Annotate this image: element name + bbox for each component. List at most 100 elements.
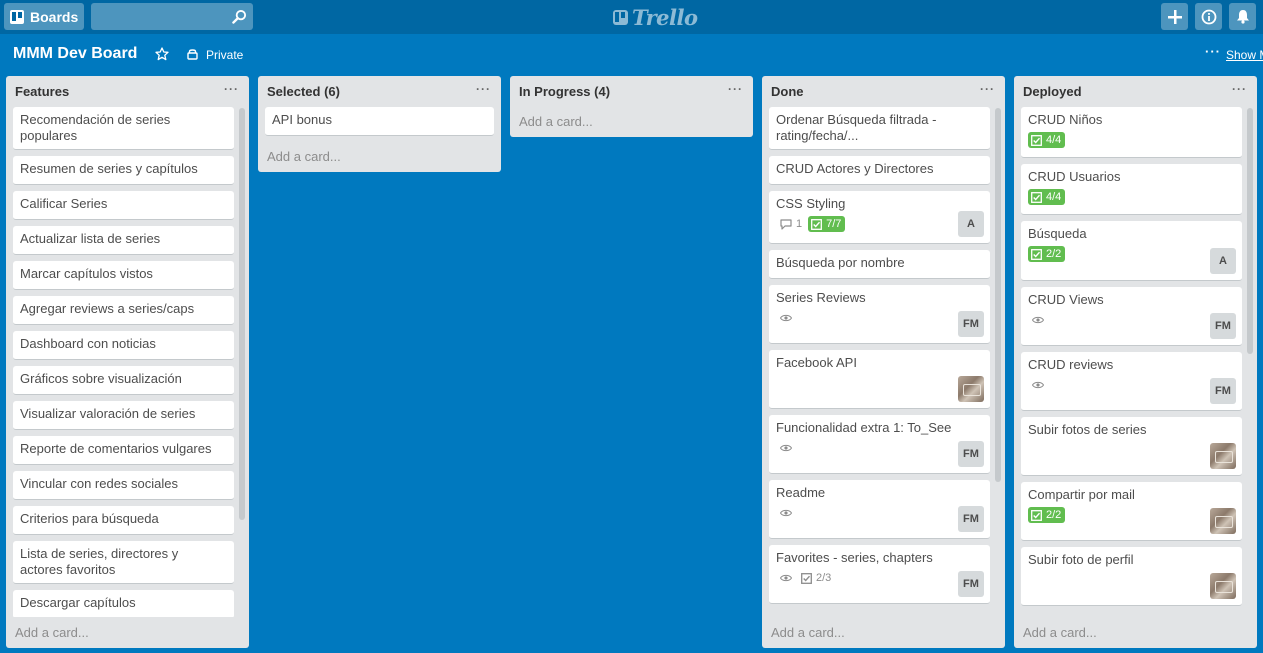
member-avatar[interactable]: FM [958, 311, 984, 337]
member-avatar-photo[interactable] [1210, 443, 1236, 469]
card[interactable]: Compartir por mail 2/2 [1021, 482, 1242, 541]
card[interactable]: CRUD reviews FM [1021, 352, 1242, 411]
search-box[interactable] [91, 3, 253, 30]
card-badges: 2/2 [1028, 246, 1234, 262]
card-title: CRUD Views [1028, 292, 1104, 307]
checklist-badge: 2/2 [1028, 246, 1066, 262]
card[interactable]: Búsqueda 2/2 A [1021, 221, 1242, 281]
card[interactable]: Recomendación de series populares [13, 107, 234, 150]
list-menu-icon[interactable]: ··· [476, 82, 491, 96]
boards-icon [10, 9, 24, 24]
member-avatar[interactable]: FM [958, 441, 984, 467]
list-menu-icon[interactable]: ··· [224, 82, 239, 96]
card[interactable]: Agregar reviews a series/caps [13, 296, 234, 325]
add-card-link[interactable]: Add a card... [519, 114, 593, 129]
card[interactable]: Descargar capítulos [13, 590, 234, 617]
board-title[interactable]: MMM Dev Board [13, 45, 137, 63]
list-menu-icon[interactable]: ··· [1232, 82, 1247, 96]
card-badges: 4/4 [1028, 189, 1234, 205]
show-menu-link[interactable]: Show Menu [1226, 48, 1263, 62]
privacy-button[interactable]: Private [206, 48, 243, 62]
add-card-link[interactable]: Add a card... [1023, 625, 1097, 640]
member-avatar-photo[interactable] [958, 376, 984, 402]
card[interactable]: Favorites - series, chapters 2/3 FM [769, 545, 990, 604]
more-icon[interactable]: ··· [1205, 44, 1221, 59]
card-title: CRUD Usuarios [1028, 169, 1121, 184]
card[interactable]: CRUD Views FM [1021, 287, 1242, 346]
card[interactable]: Readme FM [769, 480, 990, 539]
card[interactable]: Marcar capítulos vistos [13, 261, 234, 290]
add-card-link[interactable]: Add a card... [771, 625, 845, 640]
card[interactable]: Resumen de series y capítulos [13, 156, 234, 185]
card[interactable]: Actualizar lista de series [13, 226, 234, 255]
card[interactable]: Criterios para búsqueda [13, 506, 234, 535]
card[interactable]: Búsqueda por nombre [769, 250, 990, 279]
checklist-count: 2/2 [1046, 509, 1062, 521]
list-title[interactable]: In Progress (4) [519, 84, 610, 99]
card[interactable]: API bonus [265, 107, 494, 136]
card[interactable]: CRUD Actores y Directores [769, 156, 990, 185]
card[interactable]: Visualizar valoración de series [13, 401, 234, 430]
card-title: Recomendación de series populares [20, 112, 171, 143]
info-button[interactable] [1195, 3, 1222, 30]
trello-logo[interactable]: Trello [613, 5, 698, 30]
card[interactable]: Ordenar Búsqueda filtrada - rating/fecha… [769, 107, 990, 150]
member-avatar[interactable]: A [958, 211, 984, 237]
card[interactable]: Subir foto de perfil [1021, 547, 1242, 606]
member-avatar[interactable]: FM [1210, 378, 1236, 404]
checklist-badge: 4/4 [1028, 189, 1066, 205]
member-avatar[interactable]: FM [958, 506, 984, 532]
card[interactable]: Reporte de comentarios vulgares [13, 436, 234, 465]
boards-label: Boards [30, 8, 79, 25]
card-title: Lista de series, directores y actores fa… [20, 546, 179, 577]
card-badges: 2/2 [1028, 507, 1234, 523]
member-avatar-photo[interactable] [1210, 508, 1236, 534]
card-badges: 4/4 [1028, 132, 1234, 148]
list-title[interactable]: Done [771, 84, 804, 99]
notifications-button[interactable] [1229, 3, 1256, 30]
card[interactable]: Dashboard con noticias [13, 331, 234, 360]
checklist-count: 4/4 [1046, 134, 1062, 146]
card-container: CRUD Niños 4/4 CRUD Usuarios 4/4 Búsqued… [1021, 107, 1242, 617]
list-menu-icon[interactable]: ··· [980, 82, 995, 96]
card[interactable]: Vincular con redes sociales [13, 471, 234, 500]
member-avatar[interactable]: FM [1210, 313, 1236, 339]
card-title: Subir fotos de series [1028, 422, 1147, 437]
add-button[interactable] [1161, 3, 1188, 30]
star-icon[interactable] [155, 47, 169, 61]
bell-icon [1236, 10, 1249, 24]
checklist-count: 2/3 [816, 572, 832, 584]
list-title[interactable]: Features [15, 84, 69, 99]
card[interactable]: Funcionalidad extra 1: To_See FM [769, 415, 990, 474]
card[interactable]: CSS Styling 1 7/7 A [769, 191, 990, 244]
card-title: Búsqueda [1028, 226, 1087, 241]
card-badges [1028, 377, 1234, 393]
list-title[interactable]: Deployed [1023, 84, 1082, 99]
card-title: Marcar capítulos vistos [20, 266, 153, 281]
member-avatar[interactable]: FM [958, 571, 984, 597]
card[interactable]: CRUD Usuarios 4/4 [1021, 164, 1242, 215]
search-icon[interactable] [232, 9, 247, 24]
boards-button[interactable]: Boards [4, 3, 84, 30]
card[interactable]: Calificar Series [13, 191, 234, 220]
card-title: Ordenar Búsqueda filtrada - rating/fecha… [776, 112, 937, 143]
member-avatar-photo[interactable] [1210, 573, 1236, 599]
checklist-count: 2/2 [1046, 248, 1062, 260]
checklist-count: 4/4 [1046, 191, 1062, 203]
add-card-link[interactable]: Add a card... [15, 625, 89, 640]
card[interactable]: Lista de series, directores y actores fa… [13, 541, 234, 584]
card[interactable]: Series Reviews FM [769, 285, 990, 344]
list-title[interactable]: Selected (6) [267, 84, 340, 99]
list-scrollbar[interactable] [239, 108, 245, 520]
list-scrollbar[interactable] [1247, 108, 1253, 354]
list-menu-icon[interactable]: ··· [728, 82, 743, 96]
card[interactable]: Facebook API [769, 350, 990, 409]
add-card-link[interactable]: Add a card... [267, 149, 341, 164]
card[interactable]: Gráficos sobre visualización [13, 366, 234, 395]
card[interactable]: CRUD Niños 4/4 [1021, 107, 1242, 158]
card[interactable]: Subir fotos de series [1021, 417, 1242, 476]
card-title: Agregar reviews a series/caps [20, 301, 195, 316]
search-input[interactable] [91, 3, 221, 30]
list-scrollbar[interactable] [995, 108, 1001, 482]
member-avatar[interactable]: A [1210, 248, 1236, 274]
